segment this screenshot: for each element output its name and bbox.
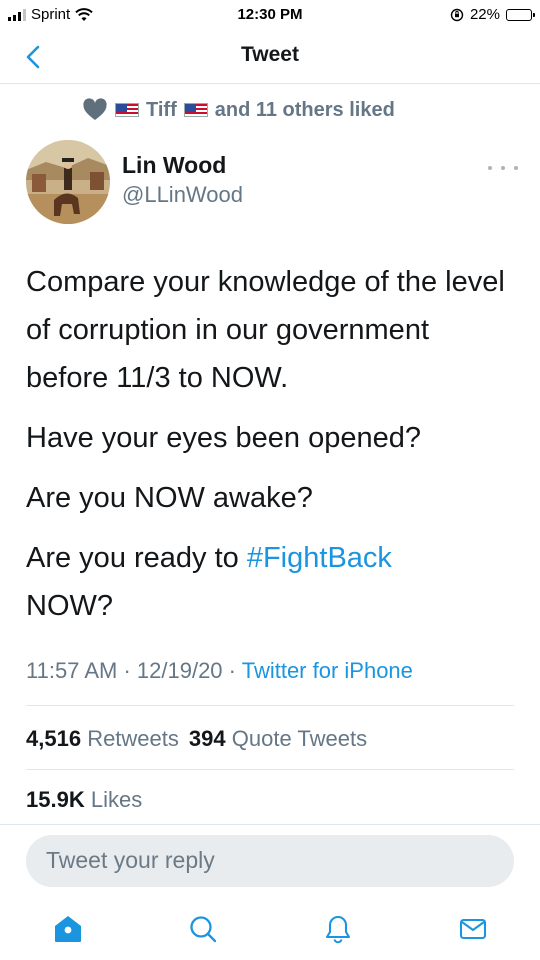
retweets-stat[interactable]: 4,516 Retweets [26,726,179,752]
reply-input[interactable]: Tweet your reply [26,835,514,887]
tweet-source-link[interactable]: Twitter for iPhone [242,658,413,683]
tweet-paragraph: Are you NOW awake? [26,482,313,514]
tweet-paragraph: Are you ready to #FightBack NOW? [26,534,516,630]
likes-count: 15.9K [26,787,85,812]
quote-tweets-count: 394 [188,726,226,751]
meta-separator: · [228,658,236,683]
us-flag-icon [115,103,139,117]
quote-tweets-stat[interactable]: 394 Quote Tweets [189,726,367,752]
tweet-time: 11:57 AM [26,658,118,683]
messages-icon [459,918,487,940]
tab-bar [0,900,540,960]
page-title: Tweet [241,43,299,66]
tab-home[interactable] [51,912,85,946]
battery-percent: 22% [469,6,500,23]
divider [26,705,514,706]
liked-by-others: and 11 others liked [214,98,395,121]
tweet-meta: 11:57 AM · 12/19/20 · Twitter for iPhone [26,658,413,684]
author-handle[interactable]: @LLinWood [122,182,243,208]
notifications-icon [325,915,351,944]
likes-label: Likes [90,787,143,812]
status-bar: Sprint 12:30 PM 22% [0,0,540,30]
social-context[interactable]: Tiff and 11 others liked [82,98,395,122]
tweet-text-fragment: NOW? [26,590,113,622]
tweet-date: 12/19/20 [136,658,223,683]
tweet-paragraph: Have your eyes been opened? [26,422,422,454]
reply-bar: Tweet your reply [0,824,540,900]
us-flag-icon [183,103,208,117]
avatar-image [26,140,110,224]
likes-row: 15.9K Likes [26,787,142,813]
retweets-count: 4,516 [26,726,82,751]
retweets-label: Retweets [87,726,179,751]
meta-separator: · [123,658,131,683]
divider [26,769,514,770]
tweet-text-fragment: Are you ready to [26,542,247,574]
home-icon [55,916,81,942]
heart-icon [83,98,107,120]
quote-tweets-label: Quote Tweets [231,726,368,751]
more-dot [488,166,492,170]
orientation-lock-icon [450,8,464,21]
engagement-row: 4,516 Retweets 394 Quote Tweets [26,726,367,752]
tab-messages[interactable] [456,912,490,946]
author-name[interactable]: Lin Wood [122,152,226,179]
more-dot [514,166,518,170]
tweet-text: Compare your knowledge of the level of c… [26,258,516,642]
nav-bar: Tweet [0,30,540,84]
tab-search[interactable] [186,912,220,946]
likes-stat[interactable]: 15.9K Likes [26,787,142,813]
tweet-paragraph: Compare your knowledge of the level of c… [26,266,505,394]
more-options-button[interactable] [488,160,518,176]
status-bar-right: 22% [450,6,535,23]
avatar[interactable] [26,140,110,224]
liked-by-name: Tiff [146,98,177,121]
tab-notifications[interactable] [321,912,355,946]
more-dot [501,166,505,170]
hashtag-link[interactable]: #FightBack [247,542,392,574]
battery-icon [506,8,535,21]
search-icon [190,916,217,943]
